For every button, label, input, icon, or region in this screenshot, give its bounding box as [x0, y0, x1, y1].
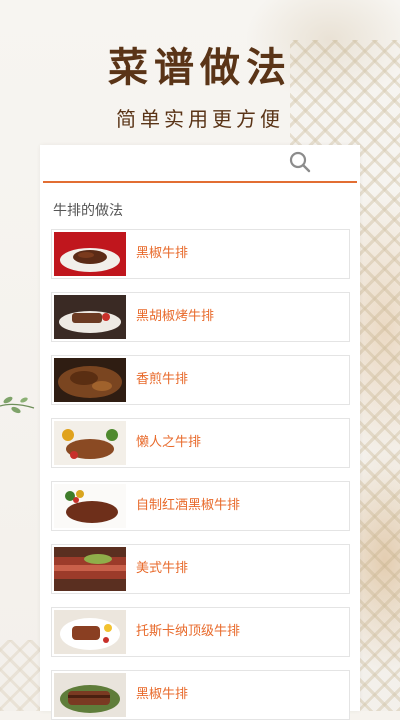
search-bar[interactable] — [43, 145, 357, 183]
recipe-thumbnail — [54, 610, 126, 654]
recipe-thumbnail — [54, 232, 126, 276]
bamboo-mat-decoration-left — [0, 640, 40, 711]
recipe-label: 黑椒牛排 — [136, 246, 189, 261]
recipe-item-6[interactable]: 美式牛排 — [51, 544, 350, 594]
recipe-list: 黑椒牛排 黑胡椒烤牛排 香煎牛排 懒人之牛排 自制红酒黑椒牛排 美式牛排 托斯卡… — [40, 229, 360, 720]
recipe-thumbnail — [54, 547, 126, 591]
recipe-item-3[interactable]: 香煎牛排 — [51, 355, 350, 405]
recipe-card: 牛排的做法 黑椒牛排 黑胡椒烤牛排 香煎牛排 懒人之牛排 自制红酒黑椒牛排 美式… — [40, 145, 360, 720]
recipe-thumbnail — [54, 421, 126, 465]
recipe-label: 美式牛排 — [136, 561, 189, 576]
herb-sprig-decoration — [0, 396, 35, 414]
recipe-thumbnail — [54, 484, 126, 528]
page-header: 菜谱做法 简单实用更方便 — [0, 38, 400, 132]
recipe-label: 黑椒牛排 — [136, 687, 189, 702]
search-icon[interactable] — [289, 151, 311, 173]
app-subtitle: 简单实用更方便 — [116, 107, 284, 131]
recipe-item-1[interactable]: 黑椒牛排 — [51, 229, 350, 279]
recipe-item-7[interactable]: 托斯卡纳顶级牛排 — [51, 607, 350, 657]
recipe-thumbnail — [54, 295, 126, 339]
recipe-item-4[interactable]: 懒人之牛排 — [51, 418, 350, 468]
recipe-thumbnail — [54, 673, 126, 717]
recipe-label: 懒人之牛排 — [136, 435, 202, 450]
recipe-item-8[interactable]: 黑椒牛排 — [51, 670, 350, 720]
section-title: 牛排的做法 — [53, 203, 123, 219]
recipe-label: 黑胡椒烤牛排 — [136, 309, 215, 324]
recipe-label: 托斯卡纳顶级牛排 — [136, 624, 241, 639]
recipe-label: 香煎牛排 — [136, 372, 189, 387]
recipe-item-5[interactable]: 自制红酒黑椒牛排 — [51, 481, 350, 531]
recipe-thumbnail — [54, 358, 126, 402]
app-title: 菜谱做法 — [108, 44, 292, 91]
recipe-label: 自制红酒黑椒牛排 — [136, 498, 241, 513]
recipe-item-2[interactable]: 黑胡椒烤牛排 — [51, 292, 350, 342]
